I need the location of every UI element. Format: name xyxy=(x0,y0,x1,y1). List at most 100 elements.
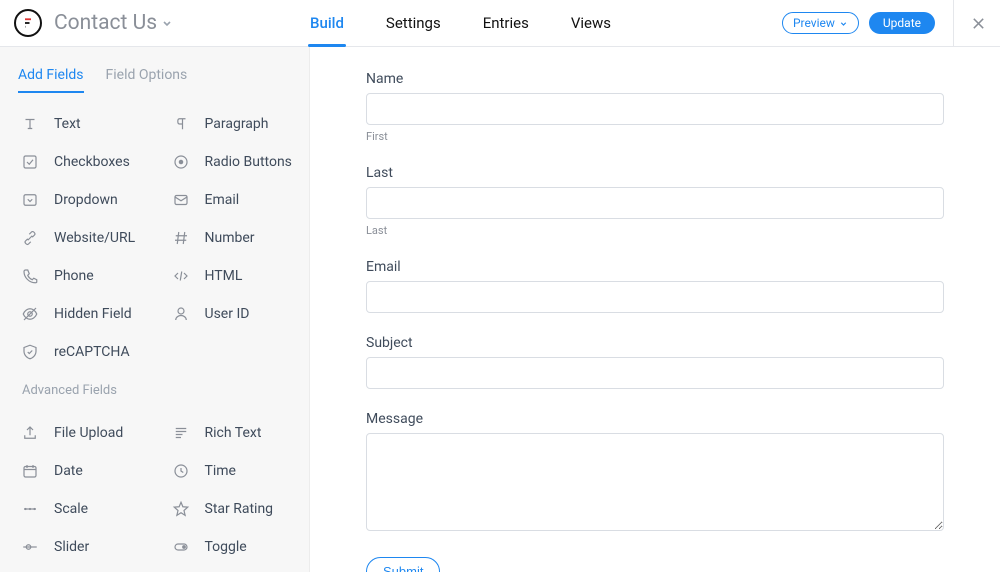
checkbox-icon xyxy=(20,152,40,172)
eye-off-icon xyxy=(20,304,40,324)
field-type-paragraph[interactable]: Paragraph xyxy=(155,105,306,143)
field-label: User ID xyxy=(205,306,250,322)
form-field-subject[interactable]: Subject xyxy=(366,335,944,389)
field-label: Text xyxy=(54,116,81,132)
caret-down-icon xyxy=(161,14,173,33)
tab-settings[interactable]: Settings xyxy=(386,0,441,46)
field-label: Paragraph xyxy=(205,116,269,132)
field-label: Last xyxy=(366,165,944,181)
field-type-radio[interactable]: Radio Buttons xyxy=(155,143,306,181)
field-label: Message xyxy=(366,411,944,427)
topbar-actions: Preview Update xyxy=(782,0,988,46)
paragraph-icon xyxy=(171,114,191,134)
rich-text-icon xyxy=(171,423,191,443)
field-type-user-id[interactable]: User ID xyxy=(155,295,306,333)
preview-button[interactable]: Preview xyxy=(782,12,859,34)
tab-views[interactable]: Views xyxy=(571,0,611,46)
field-type-dropdown[interactable]: Dropdown xyxy=(4,181,155,219)
number-icon xyxy=(171,228,191,248)
email-icon xyxy=(171,190,191,210)
field-type-number[interactable]: Number xyxy=(155,219,306,257)
field-label: HTML xyxy=(205,268,243,284)
field-label: File Upload xyxy=(54,425,123,441)
phone-icon xyxy=(20,266,40,286)
advanced-fields-heading: Advanced Fields xyxy=(0,371,309,402)
dropdown-icon xyxy=(20,190,40,210)
close-icon xyxy=(971,16,986,31)
form-field-message[interactable]: Message xyxy=(366,411,944,535)
field-type-email[interactable]: Email xyxy=(155,181,306,219)
topnav: Build Settings Entries Views xyxy=(310,0,611,46)
field-label: Rich Text xyxy=(205,425,262,441)
first-name-input[interactable] xyxy=(366,93,944,125)
message-textarea[interactable] xyxy=(366,433,944,531)
field-type-star-rating[interactable]: Star Rating xyxy=(155,490,306,528)
field-type-rich-text[interactable]: Rich Text xyxy=(155,414,306,452)
update-button[interactable]: Update xyxy=(869,12,935,34)
form-field-name[interactable]: Name First xyxy=(366,71,944,143)
form-field-email[interactable]: Email xyxy=(366,259,944,313)
field-label: Email xyxy=(205,192,240,208)
field-type-slider[interactable]: Slider xyxy=(4,528,155,566)
field-label: Phone xyxy=(54,268,94,284)
field-label: Number xyxy=(205,230,255,246)
email-input[interactable] xyxy=(366,281,944,313)
calendar-icon xyxy=(20,461,40,481)
caret-down-icon xyxy=(839,19,848,28)
tab-entries[interactable]: Entries xyxy=(483,0,529,46)
field-type-scale[interactable]: Scale xyxy=(4,490,155,528)
submit-button[interactable]: Submit xyxy=(366,557,440,572)
field-type-hidden[interactable]: Hidden Field xyxy=(4,295,155,333)
subject-input[interactable] xyxy=(366,357,944,389)
field-type-phone[interactable]: Phone xyxy=(4,257,155,295)
form-canvas: Name First Last Last Email Subject Messa… xyxy=(310,47,1000,572)
form-title: Contact Us xyxy=(54,11,157,35)
field-label: Toggle xyxy=(205,539,247,555)
close-button[interactable] xyxy=(968,13,988,33)
field-type-recaptcha[interactable]: reCAPTCHA xyxy=(4,333,155,371)
link-icon xyxy=(20,228,40,248)
code-icon xyxy=(171,266,191,286)
sidebar: Add Fields Field Options Text Paragraph … xyxy=(0,47,310,572)
user-icon xyxy=(171,304,191,324)
field-label: Email xyxy=(366,259,944,275)
sidebar-tab-add-fields[interactable]: Add Fields xyxy=(18,67,84,93)
field-type-time[interactable]: Time xyxy=(155,452,306,490)
field-type-text[interactable]: Text xyxy=(4,105,155,143)
field-label: Name xyxy=(366,71,944,87)
last-name-input[interactable] xyxy=(366,187,944,219)
field-sublabel: Last xyxy=(366,224,944,237)
field-label: Slider xyxy=(54,539,89,555)
field-type-url[interactable]: Website/URL xyxy=(4,219,155,257)
form-title-button[interactable]: Contact Us xyxy=(54,11,173,35)
star-icon xyxy=(171,499,191,519)
field-label: Date xyxy=(54,463,83,479)
preview-button-label: Preview xyxy=(793,17,835,29)
field-label: Subject xyxy=(366,335,944,351)
toggle-icon xyxy=(171,537,191,557)
field-label: Website/URL xyxy=(54,230,135,246)
field-type-toggle[interactable]: Toggle xyxy=(155,528,306,566)
radio-icon xyxy=(171,152,191,172)
field-type-checkboxes[interactable]: Checkboxes xyxy=(4,143,155,181)
form-field-last[interactable]: Last Last xyxy=(366,165,944,237)
field-label: reCAPTCHA xyxy=(54,344,130,360)
basic-fields-grid: Text Paragraph Checkboxes Radio Buttons … xyxy=(0,93,309,371)
shield-check-icon xyxy=(20,342,40,362)
field-label: Checkboxes xyxy=(54,154,130,170)
upload-icon xyxy=(20,423,40,443)
field-type-dynamic[interactable]: Dynamic xyxy=(4,566,155,572)
field-type-date[interactable]: Date xyxy=(4,452,155,490)
divider xyxy=(953,0,954,46)
field-label: Radio Buttons xyxy=(205,154,292,170)
sidebar-tabs: Add Fields Field Options xyxy=(0,47,309,93)
field-type-lookup[interactable]: Lookup xyxy=(155,566,306,572)
field-type-file-upload[interactable]: File Upload xyxy=(4,414,155,452)
main: Add Fields Field Options Text Paragraph … xyxy=(0,47,1000,572)
field-label: Dropdown xyxy=(54,192,118,208)
field-type-html[interactable]: HTML xyxy=(155,257,306,295)
slider-icon xyxy=(20,537,40,557)
sidebar-tab-field-options[interactable]: Field Options xyxy=(106,67,188,93)
tab-build[interactable]: Build xyxy=(310,0,344,46)
brand-wrap: Contact Us xyxy=(0,9,310,37)
